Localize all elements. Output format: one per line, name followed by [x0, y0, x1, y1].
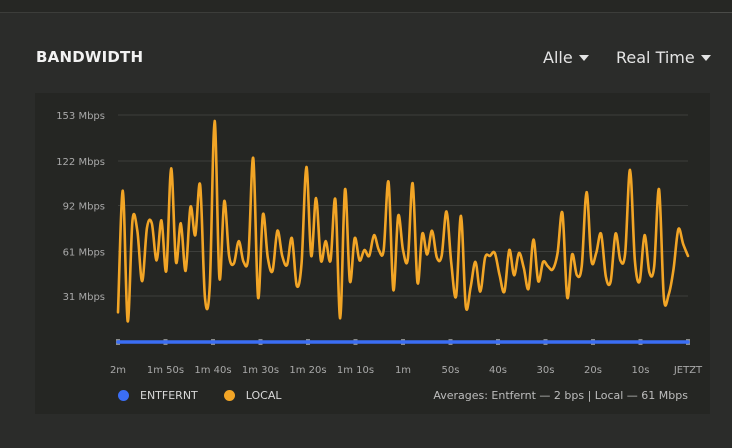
- x-tick-label: 40s: [489, 365, 507, 376]
- legend-item-local[interactable]: LOCAL: [223, 389, 282, 402]
- x-tick-label: 50s: [442, 365, 460, 376]
- legend-item-remote[interactable]: ENTFERNT: [118, 389, 198, 402]
- range-dropdown-label: Real Time: [616, 48, 695, 67]
- y-tick-label: 92 Mbps: [63, 202, 105, 213]
- caret-down-icon: [578, 55, 589, 61]
- x-tick-label: 1m 20s: [289, 365, 326, 376]
- legend-label-remote: ENTFERNT: [140, 389, 198, 402]
- top-bar-edge: [710, 0, 732, 13]
- y-tick-label: 153 Mbps: [56, 111, 105, 122]
- x-tick-label: 10s: [632, 365, 650, 376]
- x-tick-label: 30s: [537, 365, 555, 376]
- x-tick-label: 20s: [584, 365, 602, 376]
- x-tick-label: 1m 50s: [147, 365, 184, 376]
- y-tick-label: 61 Mbps: [63, 247, 105, 258]
- x-tick-label: 1m: [395, 365, 411, 376]
- filter-dropdown[interactable]: Alle: [543, 48, 589, 67]
- series-line-local: [116, 119, 690, 323]
- x-tick-label: JETZT: [673, 365, 703, 376]
- x-tick-label: 1m 40s: [194, 365, 231, 376]
- chart-card: 31 Mbps 61 Mbps 92 Mbps 122 Mbps 153 Mbps 2m 1…: [35, 93, 710, 414]
- y-tick-label: 122 Mbps: [56, 157, 105, 168]
- bandwidth-chart: 31 Mbps 61 Mbps 92 Mbps 122 Mbps 153 Mbps 2m 1…: [56, 111, 703, 376]
- x-tick-label: 1m 10s: [337, 365, 374, 376]
- x-tick-label: 1m 30s: [242, 365, 279, 376]
- panel-title: BANDWIDTH: [36, 48, 144, 66]
- legend-dot-local: [223, 390, 235, 401]
- y-tick-label: 31 Mbps: [63, 292, 105, 303]
- averages-text: Averages: Entfernt — 2 bps | Local — 61 …: [433, 389, 688, 402]
- filter-dropdown-label: Alle: [543, 48, 573, 67]
- top-bar: [0, 0, 732, 13]
- chart-legend: ENTFERNT LOCAL: [118, 389, 308, 402]
- caret-down-icon: [700, 55, 711, 61]
- legend-label-local: LOCAL: [245, 389, 282, 402]
- legend-dot-remote: [118, 390, 129, 401]
- x-tick-label: 2m: [110, 365, 126, 376]
- range-dropdown[interactable]: Real Time: [616, 48, 711, 67]
